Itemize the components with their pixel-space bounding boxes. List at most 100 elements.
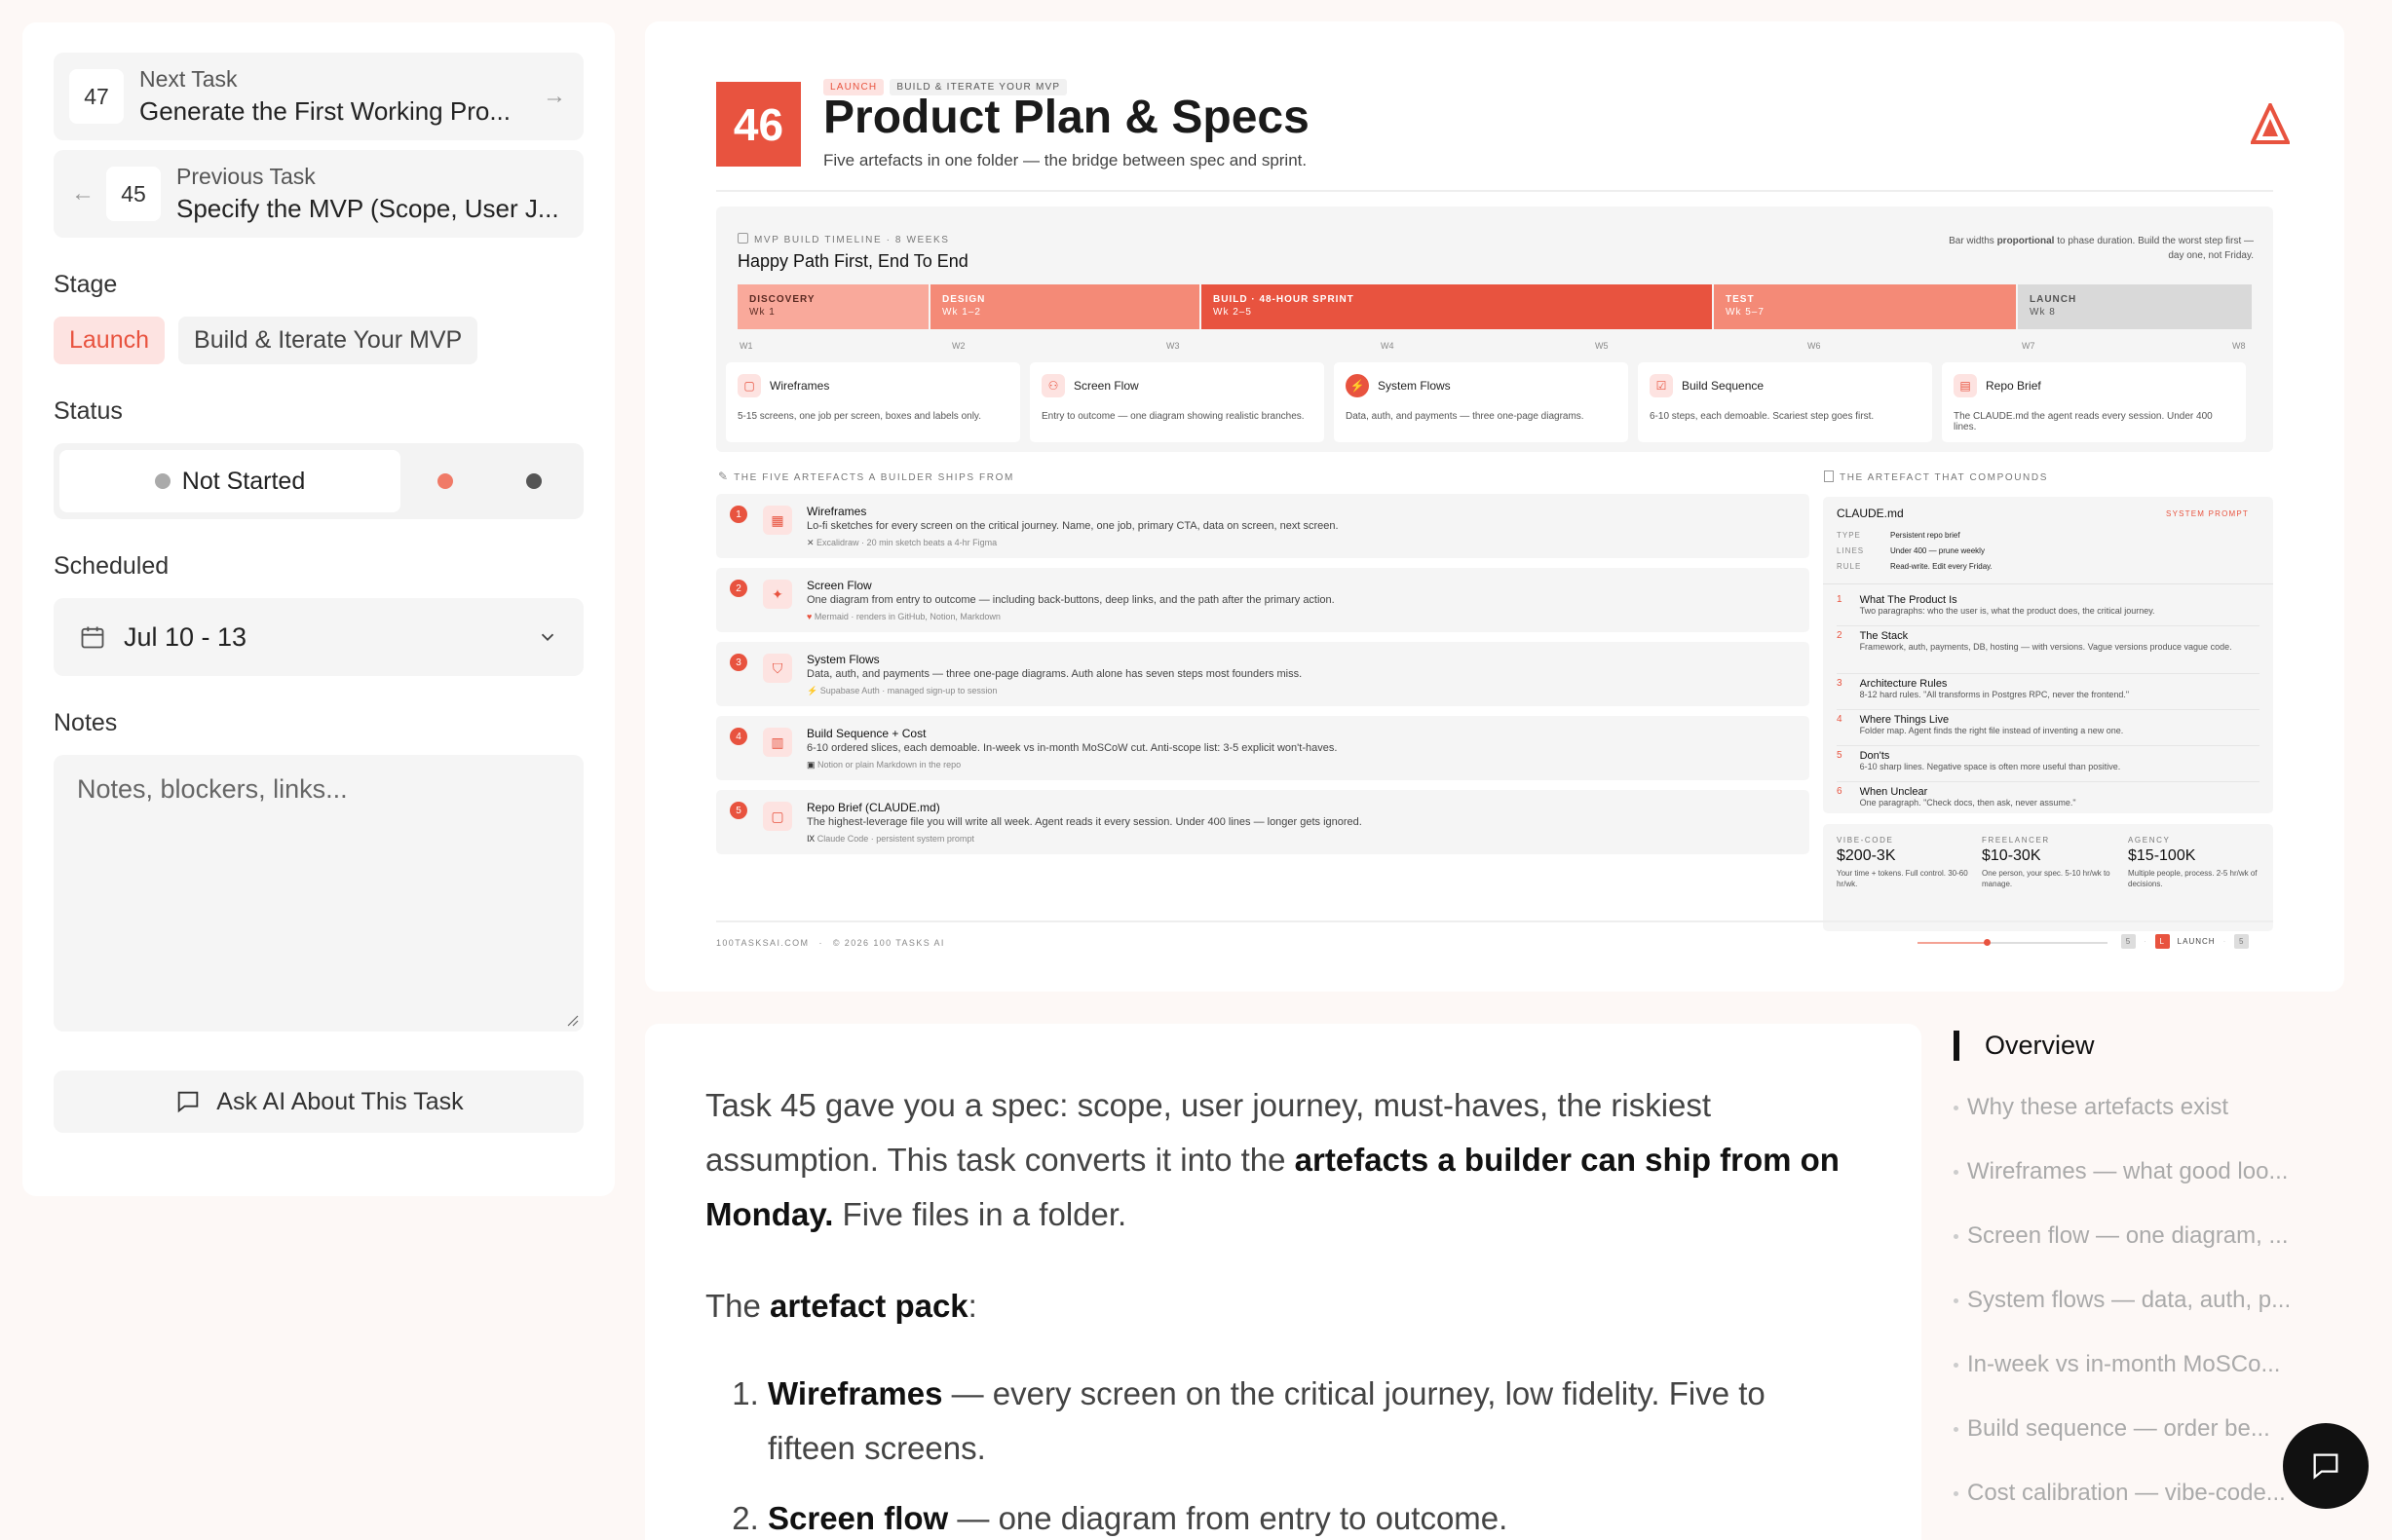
phase-bar-discovery: DISCOVERY Wk 1: [738, 284, 929, 329]
chapter-number-badge: 46: [716, 82, 801, 167]
notes-textarea[interactable]: Notes, blockers, links...: [54, 755, 584, 1032]
status-in-progress-option[interactable]: [400, 473, 489, 489]
artefact-row: 4 ▥ Build Sequence + Cost 6-10 ordered slic…: [716, 716, 1809, 780]
week-tick: W1: [740, 341, 753, 351]
notion-icon: ▣: [807, 760, 818, 770]
chat-icon: [2313, 1453, 2338, 1480]
claude-section: 2 The Stack Framework, auth, payments, DB,…: [1837, 626, 2259, 674]
stage-stepper: 5 · L LAUNCH · 5: [2121, 934, 2250, 949]
week-tick: W6: [1807, 341, 1821, 351]
toc-item[interactable]: Screen flow — one diagram, ...: [1954, 1222, 2363, 1250]
phase-bar-design: DESIGN Wk 1–2: [930, 284, 1199, 329]
arrow-right-icon: →: [543, 83, 566, 109]
week-tick: W3: [1166, 341, 1180, 351]
artefacts-kicker: ✎ THE FIVE ARTEFACTS A BUILDER SHIPS FROM: [718, 470, 1014, 483]
chat-bubble-icon: [178, 1091, 199, 1113]
status-value: Not Started: [181, 467, 306, 495]
week-tick: W8: [2232, 341, 2246, 351]
status-done-option[interactable]: [489, 473, 578, 489]
artefact-row: 2 ✦ Screen Flow One diagram from entry to o…: [716, 568, 1809, 632]
timeline-panel: MVP BUILD TIMELINE · 8 WEEKS Happy Path …: [716, 207, 2273, 452]
file-small-icon: [1824, 470, 1834, 482]
toc-item[interactable]: Wireframes — what good loo...: [1954, 1158, 2363, 1185]
claude-section: 4 Where Things Live Folder map. Agent find…: [1837, 710, 2259, 746]
slide-title: Product Plan & Specs: [823, 92, 1310, 143]
timeline-title: Happy Path First, End To End: [738, 251, 968, 271]
progress-track: [1917, 939, 2107, 946]
document-icon: ▢: [763, 802, 792, 831]
footer-copyright: © 2026 100 TASKS AI: [832, 938, 945, 948]
stage-label: Stage: [54, 271, 118, 298]
toc-item[interactable]: Why these artefacts exist: [1954, 1094, 2363, 1121]
week-tick: W7: [2022, 341, 2035, 351]
footer-site: 100TASKSAI.COM: [716, 938, 810, 948]
system-prompt-badge: SYSTEM PROMPT: [2166, 509, 2249, 518]
price-vibe-code: VIBE-CODE $200-3K Your time + tokens. Full…: [1837, 836, 1968, 888]
phase-bar-test: TEST Wk 5–7: [1714, 284, 2016, 329]
claude-section: 5 Don'ts 6-10 sharp lines. Negative space …: [1837, 746, 2259, 782]
bolt-icon: ⚡: [1346, 374, 1369, 397]
progress-marker: [1984, 939, 1991, 946]
chat-launcher-button[interactable]: [2283, 1423, 2369, 1509]
toc-item[interactable]: In-week vs in-month MoSCo...: [1954, 1351, 2363, 1378]
claude-section: 6 When Unclear One paragraph. "Check docs,…: [1837, 786, 2076, 808]
slide-card: 46 LAUNCH BUILD & ITERATE YOUR MVP Produc…: [645, 21, 2344, 992]
next-task-kicker: Next Task: [139, 66, 238, 92]
status-segmented-control: Not Started: [54, 443, 584, 519]
pricing-panel: VIBE-CODE $200-3K Your time + tokens. Full…: [1823, 824, 2273, 931]
slide-subtitle: Five artefacts in one folder — the bridg…: [823, 151, 1308, 169]
timeline-kicker: MVP BUILD TIMELINE · 8 WEEKS: [738, 230, 950, 247]
calendar-small-icon: [738, 233, 748, 244]
timeline-note-a: Bar widths: [1949, 236, 1997, 246]
previous-task-title: Specify the MVP (Scope, User J...: [176, 194, 559, 223]
schedule-date-picker[interactable]: Jul 10 - 13: [54, 598, 584, 676]
users-icon: ⚇: [1042, 374, 1065, 397]
claude-section: 1 What The Product Is Two paragraphs: who …: [1837, 590, 2259, 626]
file-icon: ▤: [1954, 374, 1977, 397]
artefact-pack-paragraph: The artefact pack:: [705, 1288, 977, 1324]
document-icon: ▢: [738, 374, 761, 397]
task-sidebar: 47 Next Task Generate the First Working …: [22, 22, 615, 1196]
status-not-started-option[interactable]: Not Started: [59, 450, 400, 512]
next-task-link[interactable]: 47 Next Task Generate the First Working …: [54, 53, 584, 140]
stage-chip-launch[interactable]: Launch: [54, 317, 166, 364]
toc-item[interactable]: System flows — data, auth, p...: [1954, 1287, 2363, 1314]
orange-dot-icon: [437, 473, 453, 489]
title-divider: [716, 190, 2273, 192]
price-agency: AGENCY $15-100K Multiple people, process. …: [2128, 836, 2258, 888]
slide-footer-left: 100TASKSAI.COM · © 2026 100 TASKS AI: [716, 938, 945, 948]
artefact-row: 3 ⛉ System Flows Data, auth, and payments —…: [716, 642, 1809, 706]
notes-placeholder: Notes, blockers, links...: [77, 774, 348, 804]
mini-card-wireframes: ▢ Wireframes 5-15 screens, one job per scr…: [726, 362, 1020, 442]
mini-card-system-flows: ⚡ System Flows Data, auth, and payments — …: [1334, 362, 1628, 442]
intro-paragraph: Task 45 gave you a spec: scope, user jou…: [705, 1087, 1840, 1232]
brand-logo-icon: [2251, 103, 2290, 144]
previous-task-kicker: Previous Task: [176, 164, 316, 189]
chevron-down-icon: [541, 633, 554, 642]
status-label: Status: [54, 397, 123, 425]
resize-handle-icon[interactable]: [564, 1012, 580, 1028]
step-next: 5: [2234, 934, 2250, 949]
calendar-icon: [81, 626, 104, 649]
ask-ai-button[interactable]: Ask AI About This Task: [54, 1070, 584, 1133]
list-item: Screen flow — one diagram from entry to …: [768, 1491, 1861, 1540]
notes-label: Notes: [54, 709, 118, 736]
timeline-kicker-text: MVP BUILD TIMELINE · 8 WEEKS: [754, 235, 950, 245]
previous-task-link[interactable]: ← 45 Previous Task Specify the MVP (Scop…: [54, 150, 584, 238]
mini-card-build-sequence: ☑ Build Sequence 6-10 steps, each demoable…: [1638, 362, 1932, 442]
timeline-note-b: proportional: [1996, 236, 2055, 246]
timeline-note-c: to phase duration. Build the worst step …: [2054, 236, 2254, 246]
step-prev: 5: [2121, 934, 2136, 949]
next-task-title: Generate the First Working Pro...: [139, 96, 511, 126]
claude-file-name: CLAUDE.md: [1837, 507, 1904, 520]
claude-section: 3 Architecture Rules 8-12 hard rules. "All…: [1837, 674, 2259, 710]
ask-ai-label: Ask AI About This Task: [216, 1087, 464, 1115]
compounds-kicker: THE ARTEFACT THAT COMPOUNDS: [1824, 468, 2048, 485]
week-tick: W4: [1381, 341, 1394, 351]
toc-item-overview[interactable]: Overview: [1954, 1031, 2363, 1061]
artefact-list: Wireframes — every screen on the critica…: [705, 1367, 1861, 1540]
stage-chip-build[interactable]: Build & Iterate Your MVP: [178, 317, 478, 364]
phase-bar-launch: LAUNCH Wk 8: [2018, 284, 2252, 329]
price-freelancer: FREELANCER $10-30K One person, your spec. …: [1982, 836, 2110, 888]
step-label: LAUNCH: [2177, 937, 2216, 946]
